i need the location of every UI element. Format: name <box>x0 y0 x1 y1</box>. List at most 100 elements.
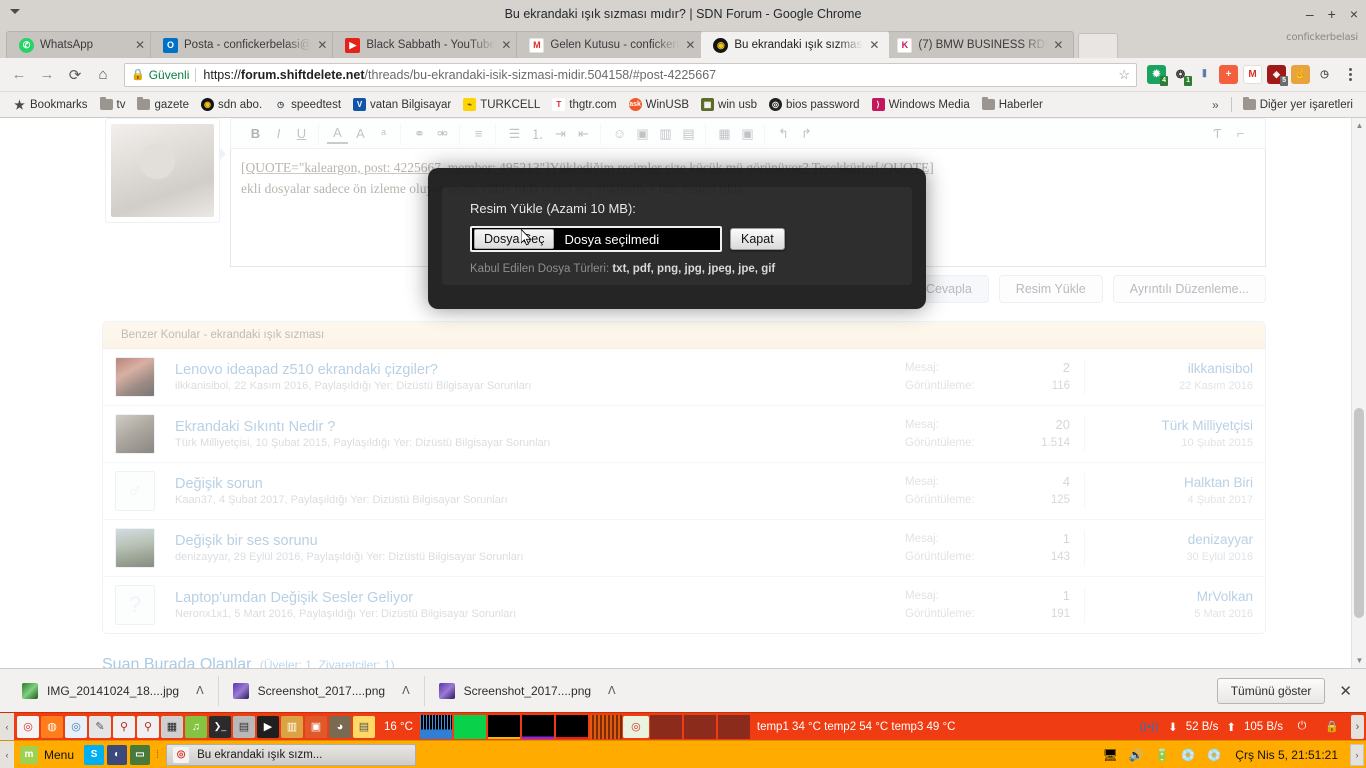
adblock-extension-icon[interactable]: ✹ 4 <box>1147 65 1168 86</box>
thread-title[interactable]: Ekrandaki Sıkıntı Nedir ? <box>175 419 905 435</box>
thread-title[interactable]: Lenovo ideapad z510 ekrandaki çizgiler? <box>175 362 905 378</box>
bookmark-item-sdn-abo[interactable]: ◉ sdn abo. <box>196 96 267 113</box>
bullet-list-icon[interactable]: ☰ <box>504 123 525 144</box>
tab-close-icon[interactable]: ✕ <box>133 38 147 52</box>
window-menu-caret-icon[interactable] <box>10 9 20 14</box>
file-sync-launcher-icon[interactable]: ◐ <box>107 744 128 765</box>
chrome-menu-icon[interactable] <box>1340 68 1360 81</box>
tab-youtube[interactable]: ▶ Black Sabbath - YouTube ✕ <box>332 31 523 58</box>
taskbar-window-chrome[interactable]: ◎ Bu ekrandaki ışık sızm... <box>166 743 417 766</box>
poster-name[interactable]: MrVolkan <box>1099 588 1253 606</box>
tab-outlook-mail[interactable]: O Posta - confickerbelasi@ ✕ <box>150 31 339 58</box>
bookmark-item-win-usb[interactable]: ▦ win usb <box>696 96 762 113</box>
profile-name[interactable]: confickerbelasi <box>1286 32 1358 43</box>
bookmark-item-bios-password[interactable]: ◎ bios password <box>764 96 865 113</box>
firefox-tray-icon[interactable]: ◍ <box>41 715 63 738</box>
disk-tray-icon-2[interactable]: 💿 <box>1205 746 1223 764</box>
chevron-up-icon[interactable]: ᐱ <box>402 684 410 697</box>
clock[interactable]: Çrş Nis 5, 21:51:21 <box>1231 748 1342 762</box>
advanced-edit-button[interactable]: Ayrıntılı Düzenleme... <box>1112 275 1266 303</box>
image-viewer-icon[interactable]: ▣ <box>305 715 327 738</box>
bookmark-item-other[interactable]: Diğer yer işaretleri <box>1238 97 1358 113</box>
lock-icon[interactable]: 🔒 <box>1321 716 1343 738</box>
bookmark-item-gazete[interactable]: gazete <box>132 97 194 113</box>
remove-link-icon[interactable]: ⚮ <box>432 123 453 144</box>
bookmark-item-tv[interactable]: tv <box>95 97 131 113</box>
remove-formatting-icon[interactable]: Ƭ <box>1207 123 1228 144</box>
poster-name[interactable]: denizayyar <box>1099 531 1253 549</box>
indent-icon[interactable]: ⇥ <box>550 123 571 144</box>
outdent-icon[interactable]: ⇤ <box>573 123 594 144</box>
current-user-avatar[interactable] <box>105 118 226 223</box>
insert-link-icon[interactable]: ⚭ <box>409 123 430 144</box>
toggle-bbcode-icon[interactable]: ⌐ <box>1230 123 1251 144</box>
bookmark-star-icon[interactable]: ☆ <box>1112 67 1130 83</box>
text-color-icon[interactable]: A <box>327 123 348 144</box>
poster-name[interactable]: ilkkanisibol <box>1099 360 1253 378</box>
bold-icon[interactable]: B <box>245 123 266 144</box>
taskbar-expander-right[interactable]: › <box>1350 743 1364 766</box>
undo-icon[interactable]: ↰ <box>773 123 794 144</box>
colorzilla-extension-icon[interactable]: ❂ 1 <box>1171 65 1192 86</box>
download-item-1[interactable]: IMG_20141024_18....jpg ᐱ <box>8 675 219 706</box>
numbered-list-icon[interactable]: ⒈ <box>527 123 548 144</box>
bookmark-item-vatan-bilgisayar[interactable]: V vatan Bilgisayar <box>348 96 456 113</box>
notes-tray-icon[interactable]: ▤ <box>353 715 375 738</box>
archive-tray-icon[interactable]: ▤ <box>233 715 255 738</box>
close-shelf-icon[interactable]: ✕ <box>1339 682 1352 700</box>
thread-title[interactable]: Laptop'umdan Değişik Sesler Geliyor <box>175 590 905 606</box>
table-row[interactable]: Ekrandaki Sıkıntı Nedir ? Türk Milliyetç… <box>103 406 1265 463</box>
tools-tray-icon[interactable]: ✎ <box>89 715 111 738</box>
thread-title[interactable]: Değişik sorun <box>175 476 905 492</box>
scrollbar-thumb[interactable] <box>1354 408 1364 618</box>
table-row[interactable]: Değişik bir ses sorunu denizayyar, 29 Ey… <box>103 520 1265 577</box>
battery-tray-icon[interactable]: 🔋 <box>1153 746 1171 764</box>
maximize-button[interactable]: + <box>1328 7 1336 21</box>
disk-tray-icon-1[interactable]: 💿 <box>1179 746 1197 764</box>
poster-name[interactable]: Halktan Biri <box>1099 474 1253 492</box>
equalizer-extension-icon[interactable]: ⦀ <box>1195 65 1214 84</box>
forward-arrow-icon[interactable]: → <box>34 62 60 88</box>
bookmark-item-thgtr[interactable]: T thgtr.com <box>547 96 621 113</box>
skype-launcher-icon[interactable]: S <box>84 744 105 765</box>
table-row[interactable]: ? Laptop'umdan Değişik Sesler Geliyor Ne… <box>103 577 1265 633</box>
thread-title[interactable]: Değişik bir ses sorunu <box>175 533 905 549</box>
terminal-launcher-icon[interactable]: ▭ <box>130 744 151 765</box>
power-icon[interactable]: ⏻ <box>1291 716 1313 738</box>
insert-media-icon[interactable]: ▥ <box>655 123 676 144</box>
close-modal-button[interactable]: Kapat <box>730 228 785 250</box>
italic-icon[interactable]: I <box>268 123 289 144</box>
chevron-up-icon[interactable]: ᐱ <box>196 684 204 697</box>
camera-icon[interactable]: ▦ <box>714 123 735 144</box>
wifi-icon[interactable]: ((•)) <box>1138 716 1160 738</box>
chevron-up-icon[interactable]: ᐱ <box>608 684 616 697</box>
gmail-checker-extension-icon[interactable]: M <box>1243 65 1262 84</box>
table-row[interactable]: Lenovo ideapad z510 ekrandaki çizgiler? … <box>103 349 1265 406</box>
address-bar[interactable]: 🔒 Güvenli https:// forum.shiftdelete.net… <box>124 62 1137 87</box>
font-size-icon[interactable]: A <box>350 123 371 144</box>
file-input[interactable]: Dosya Seç Dosya seçilmedi <box>470 226 722 252</box>
choose-file-button[interactable]: Dosya Seç <box>474 229 555 249</box>
redo-icon[interactable]: ↱ <box>796 123 817 144</box>
chromium-tray-icon[interactable]: ◎ <box>65 715 87 738</box>
currently-online-title[interactable]: Şuan Burada Olanlar <box>102 656 251 668</box>
tab-bmw-business-rds[interactable]: K (7) BMW BUSINESS RDS ✕ <box>884 31 1075 58</box>
upload-image-button[interactable]: Resim Yükle <box>998 275 1103 303</box>
poster-name[interactable]: Türk Milliyetçisi <box>1099 417 1253 435</box>
tab-whatsapp[interactable]: ✆ WhatsApp ✕ <box>6 31 156 58</box>
bookmark-item-haberler[interactable]: Haberler <box>977 97 1048 113</box>
ublock-origin-extension-icon[interactable]: ◈ 5 <box>1267 65 1288 86</box>
tab-close-icon[interactable]: ✕ <box>867 38 881 52</box>
emoji-icon[interactable]: ☺ <box>609 123 630 144</box>
align-icon[interactable]: ≡ <box>468 123 489 144</box>
video-editor-icon[interactable]: ▥ <box>281 715 303 738</box>
new-tab-button[interactable] <box>1078 33 1119 58</box>
tab-gmail[interactable]: M Gelen Kutusu - confickerb ✕ <box>516 31 707 58</box>
scroll-down-arrow-icon[interactable]: ▼ <box>1352 653 1366 668</box>
bookmark-item-bookmarks[interactable]: ★ Bookmarks <box>8 96 93 113</box>
tab-sdn-forum[interactable]: ◉ Bu ekrandaki ışık sızması ✕ <box>700 31 891 58</box>
volume-tray-icon[interactable]: 🔊 <box>1127 746 1145 764</box>
bookmark-item-windows-media[interactable]: ⟩ Windows Media <box>867 96 975 113</box>
gimp-tray-icon[interactable]: ◕ <box>329 715 351 738</box>
tab-close-icon[interactable]: ✕ <box>683 38 697 52</box>
